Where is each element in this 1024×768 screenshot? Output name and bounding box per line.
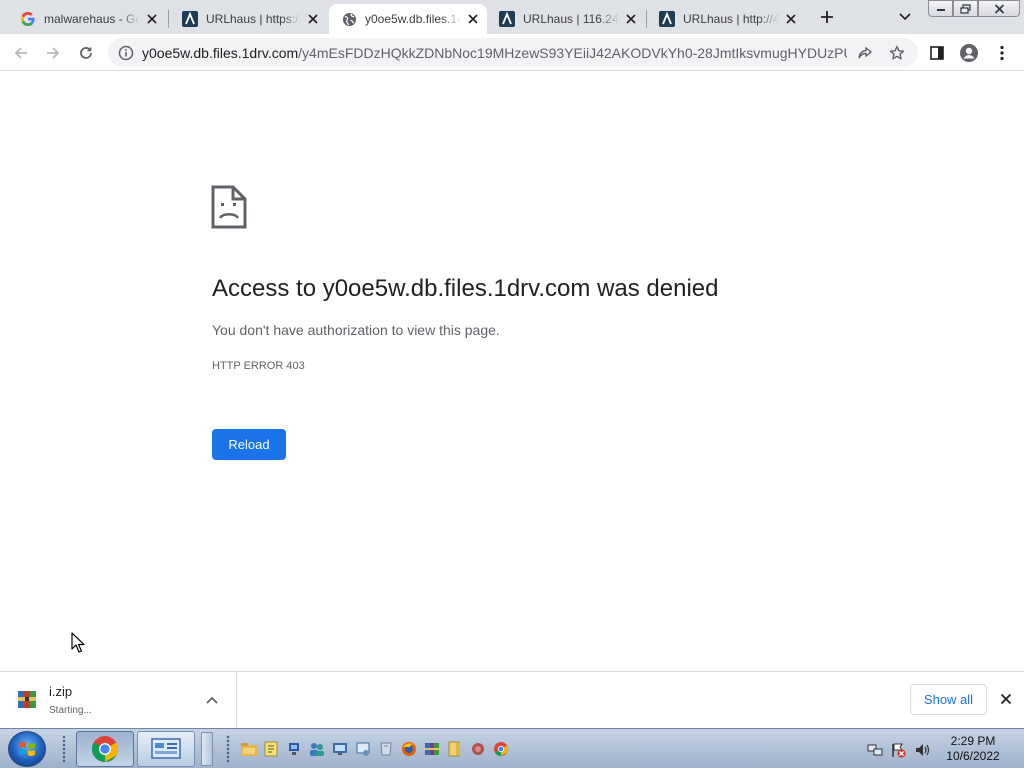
tray-network-icon[interactable] [866, 741, 884, 759]
ql-winrar-icon[interactable] [423, 740, 441, 758]
windows-taskbar: 2:29 PM 10/6/2022 [0, 728, 1024, 768]
taskbar-grip[interactable] [62, 735, 66, 763]
close-shelf-button[interactable] [997, 690, 1015, 708]
close-icon [994, 3, 1004, 14]
tab-title: URLhaus | https:// [206, 12, 301, 26]
error-title: Access to y0oe5w.db.files.1drv.com was d… [212, 275, 719, 302]
tab-urlhaus-2[interactable]: URLhaus | 116.24. [487, 4, 645, 34]
zip-archive-icon [16, 688, 38, 710]
ql-notes-icon[interactable] [262, 740, 280, 758]
quicklaunch-grip[interactable] [226, 735, 230, 763]
tray-volume-icon[interactable] [913, 741, 931, 759]
chevron-down-icon [899, 13, 911, 21]
url-path: /y4mEsFDDzHQkkZDNbNoc19MHzewS93YEiiJ42AK… [298, 44, 847, 61]
clock-date: 10/6/2022 [946, 749, 1000, 763]
back-button[interactable] [7, 39, 35, 67]
ql-chrome-icon[interactable] [492, 740, 510, 758]
mouse-cursor-icon [71, 632, 85, 659]
close-icon [1000, 693, 1012, 705]
google-g-icon [20, 11, 36, 27]
sad-document-icon [211, 185, 247, 229]
more-vert-icon [1000, 45, 1004, 61]
ql-network-icon[interactable] [285, 740, 303, 758]
tab-title: y0oe5w.db.files.1d [365, 12, 461, 26]
ql-app-icon[interactable] [469, 740, 487, 758]
urlhaus-icon [659, 11, 675, 27]
download-filename: i.zip [49, 684, 73, 699]
profile-button[interactable] [955, 39, 983, 67]
new-tab-button[interactable] [815, 6, 839, 28]
taskbar-clock[interactable]: 2:29 PM 10/6/2022 [940, 734, 1006, 764]
url-host: y0oe5w.db.files.1drv.com [142, 44, 299, 61]
close-window-button[interactable] [978, 0, 1020, 17]
minimize-icon [936, 8, 945, 11]
browser-toolbar: y0oe5w.db.files.1drv.com/y4mEsFDDzHQkkZD… [0, 34, 1024, 71]
tab-active-1drv[interactable]: y0oe5w.db.files.1d [329, 4, 487, 34]
ql-settings-icon[interactable] [354, 740, 372, 758]
share-icon[interactable] [856, 44, 874, 62]
reload-toolbar-button[interactable] [72, 39, 100, 67]
back-arrow-icon [14, 47, 27, 59]
tab-title: URLhaus | http://4 [683, 12, 779, 26]
close-icon[interactable] [144, 11, 160, 27]
error-description: You don't have authorization to view thi… [212, 322, 500, 338]
minimize-button[interactable] [928, 0, 953, 17]
url-text[interactable]: y0oe5w.db.files.1drv.com/y4mEsFDDzHQkkZD… [142, 45, 847, 61]
tray-action-center-icon[interactable] [889, 741, 907, 759]
taskbar-chrome[interactable] [76, 731, 134, 767]
close-icon[interactable] [783, 11, 799, 27]
clock-time: 2:29 PM [950, 734, 996, 748]
tab-strip: malwarehaus - Go URLhaus | https:// y0oe… [0, 0, 1024, 34]
restore-button[interactable] [953, 0, 978, 17]
reload-icon [80, 46, 92, 59]
download-status: Starting... [49, 705, 92, 716]
error-code: HTTP ERROR 403 [212, 360, 305, 372]
menu-button[interactable] [988, 39, 1016, 67]
ql-explorer-icon[interactable] [240, 740, 258, 758]
close-icon[interactable] [465, 11, 481, 27]
urlhaus-icon [499, 11, 515, 27]
chrome-icon [91, 736, 119, 763]
download-item[interactable]: i.zip Starting... [0, 672, 237, 728]
chevron-up-icon[interactable] [203, 691, 221, 709]
globe-icon [341, 11, 357, 27]
ql-monitor-icon[interactable] [331, 740, 349, 758]
start-button[interactable] [8, 731, 46, 767]
forward-arrow-icon [47, 47, 60, 59]
tab-search-button[interactable] [894, 6, 916, 28]
side-panel-icon [930, 46, 944, 60]
ql-users-icon[interactable] [308, 740, 326, 758]
ql-paint-icon[interactable] [377, 740, 395, 758]
close-icon[interactable] [305, 11, 321, 27]
tab-separator [168, 10, 169, 28]
address-bar[interactable]: y0oe5w.db.files.1drv.com/y4mEsFDDzHQkkZD… [108, 38, 918, 67]
avatar-icon [960, 44, 978, 62]
page-content: Access to y0oe5w.db.files.1drv.com was d… [0, 72, 1024, 671]
tab-title: malwarehaus - Go [44, 12, 140, 26]
windows-logo-icon [19, 742, 35, 756]
ql-folder-icon[interactable] [446, 740, 464, 758]
bookmark-star-icon[interactable] [888, 44, 906, 62]
tab-urlhaus-3[interactable]: URLhaus | http://4 [647, 4, 805, 34]
taskbar-scroll[interactable] [201, 732, 213, 766]
restore-icon [960, 3, 971, 14]
side-panel-button[interactable] [923, 39, 951, 67]
control-panel-icon [151, 738, 181, 759]
download-shelf: i.zip Starting... Show all [0, 671, 1024, 728]
urlhaus-icon [182, 11, 198, 27]
tab-title: URLhaus | 116.24. [523, 12, 619, 26]
plus-icon [821, 11, 833, 23]
show-all-button[interactable]: Show all [910, 684, 987, 715]
tab-malwarehaus[interactable]: malwarehaus - Go [8, 4, 166, 34]
forward-button[interactable] [39, 39, 67, 67]
ql-firefox-icon[interactable] [400, 740, 418, 758]
window-controls [928, 0, 1020, 17]
taskbar-control-panel[interactable] [137, 731, 195, 767]
info-icon[interactable] [118, 45, 134, 61]
close-icon[interactable] [623, 11, 639, 27]
tab-urlhaus-1[interactable]: URLhaus | https:// [170, 4, 327, 34]
reload-button[interactable]: Reload [212, 429, 286, 460]
